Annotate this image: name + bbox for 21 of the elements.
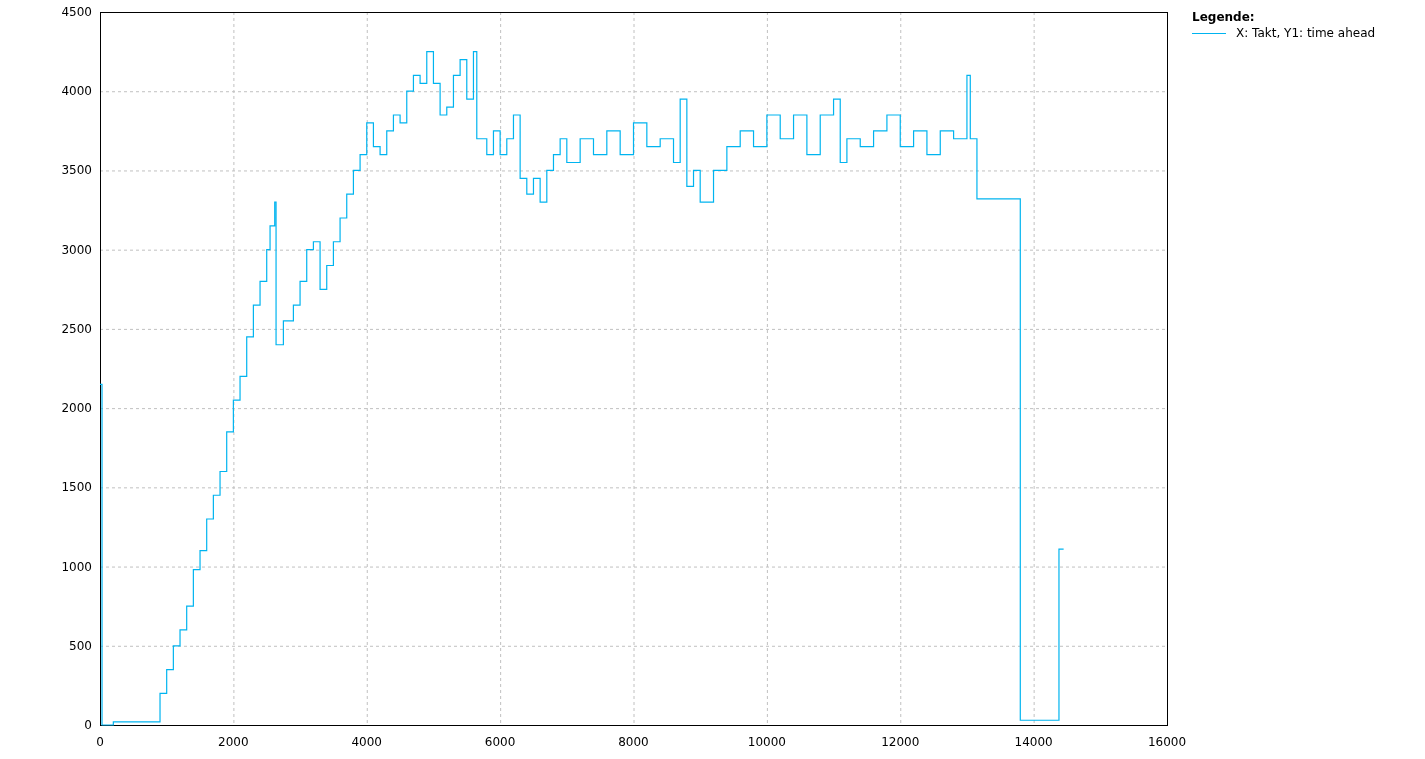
y-tick-label: 2000 [61, 401, 92, 416]
legend-label: X: Takt, Y1: time ahead [1236, 26, 1376, 40]
y-tick-label: 3000 [61, 242, 92, 257]
y-tick-label: 4500 [61, 5, 92, 19]
legend-title: Legende: [1192, 10, 1256, 24]
y-tick-label: 1000 [61, 559, 92, 574]
x-tick-label: 8000 [618, 735, 649, 749]
y-tick-label: 3500 [61, 163, 92, 178]
x-tick-label: 14000 [1014, 735, 1053, 749]
y-tick-label: 4000 [61, 84, 92, 99]
x-tick-label: 12000 [881, 735, 920, 749]
x-tick-label: 10000 [747, 735, 786, 749]
y-tick-label: 500 [69, 638, 92, 653]
y-tick-label: 0 [84, 718, 92, 732]
x-tick-label: 6000 [484, 735, 516, 749]
x-tick-label: 2000 [218, 735, 249, 749]
x-tick-label: 16000 [1147, 735, 1187, 749]
x-tick-label: 4000 [351, 735, 382, 749]
y-tick-label: 2500 [61, 321, 92, 336]
y-tick-label: 1500 [61, 480, 92, 495]
x-tick-label: 0 [96, 735, 104, 749]
